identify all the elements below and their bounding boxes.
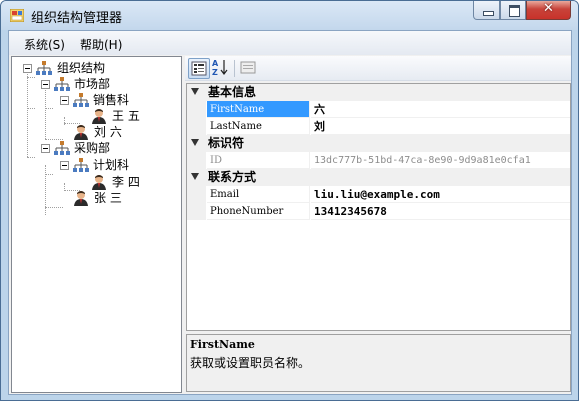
- help-description: 获取或设置职员名称。: [190, 356, 311, 370]
- app-window: 组织结构管理器 ✕ 系统(S) 帮助(H) 组织结构 市场部 销售科 王 五 刘…: [0, 0, 579, 401]
- collapse-triangle-icon[interactable]: [191, 173, 199, 180]
- window-title: 组织结构管理器: [31, 11, 123, 26]
- tree-node-person[interactable]: 张 三: [12, 190, 180, 206]
- person-icon: [74, 191, 88, 206]
- property-row[interactable]: PhoneNumber 13412345678: [187, 203, 570, 220]
- collapse-icon[interactable]: [23, 64, 32, 73]
- org-chart-icon: [73, 158, 89, 172]
- org-chart-icon: [54, 141, 70, 155]
- row-margin: [187, 186, 206, 203]
- org-chart-icon: [36, 61, 52, 75]
- org-tree[interactable]: 组织结构 市场部 销售科 王 五 刘 六 采购部 计划科 李 四 张 三: [11, 56, 182, 393]
- menu-help[interactable]: 帮助(H): [80, 36, 122, 53]
- tree-node-dept-market[interactable]: 市场部: [12, 76, 180, 92]
- minimize-button[interactable]: [473, 1, 500, 20]
- row-margin: [187, 101, 206, 118]
- tree-node-section-plan[interactable]: 计划科: [12, 157, 180, 173]
- categorized-icon: [191, 61, 207, 76]
- tree-node-person[interactable]: 李 四: [12, 174, 180, 190]
- tree-node-root[interactable]: 组织结构: [12, 60, 180, 76]
- tree-node-dept-purchase[interactable]: 采购部: [12, 140, 180, 156]
- toolbar-separator: [234, 60, 235, 77]
- row-margin: [187, 118, 206, 135]
- maximize-button[interactable]: [500, 1, 526, 20]
- property-row[interactable]: Email liu.liu@example.com: [187, 186, 570, 203]
- property-panel: A Z 基本信息 FirstName 六 LastName 刘 标识符 ID 1…: [185, 56, 571, 393]
- client-area: 系统(S) 帮助(H) 组织结构 市场部 销售科 王 五 刘 六 采购部 计划科…: [8, 30, 572, 395]
- collapse-triangle-icon[interactable]: [191, 88, 199, 95]
- org-chart-icon: [73, 93, 89, 107]
- tree-label: 组织结构: [57, 61, 106, 75]
- collapse-icon[interactable]: [41, 144, 50, 153]
- property-name[interactable]: LastName: [207, 118, 310, 135]
- alphabetical-button[interactable]: A Z: [210, 58, 232, 79]
- categorized-button[interactable]: [188, 58, 210, 79]
- property-pages-icon: [240, 61, 256, 74]
- help-pane: FirstName 获取或设置职员名称。: [186, 334, 571, 392]
- help-title: FirstName: [190, 338, 255, 351]
- row-margin: [187, 152, 206, 169]
- collapse-icon[interactable]: [60, 96, 69, 105]
- alphabetical-icon: A Z: [212, 59, 228, 77]
- property-value[interactable]: 13412345678: [311, 203, 570, 220]
- tree-label: 李 四: [112, 175, 140, 189]
- tree-node-person[interactable]: 王 五: [12, 108, 180, 124]
- property-value[interactable]: 刘: [311, 118, 570, 135]
- category-row[interactable]: 基本信息: [187, 84, 570, 101]
- property-value[interactable]: 六: [311, 101, 570, 118]
- title-bar[interactable]: 组织结构管理器 ✕: [1, 1, 578, 30]
- property-grid[interactable]: 基本信息 FirstName 六 LastName 刘 标识符 ID 13dc7…: [186, 83, 571, 331]
- org-chart-icon: [54, 77, 70, 91]
- tree-node-section-sales[interactable]: 销售科: [12, 92, 180, 108]
- property-name[interactable]: Email: [207, 186, 310, 203]
- tree-label: 张 三: [94, 191, 122, 205]
- property-row[interactable]: FirstName 六: [187, 101, 570, 118]
- property-pages-button[interactable]: [238, 58, 260, 79]
- tree-label: 市场部: [74, 77, 111, 91]
- person-icon: [74, 125, 88, 140]
- property-value[interactable]: liu.liu@example.com: [311, 186, 570, 203]
- category-label: 联系方式: [208, 170, 257, 184]
- property-row[interactable]: LastName 刘: [187, 118, 570, 135]
- tree-label: 王 五: [112, 109, 140, 123]
- property-name[interactable]: PhoneNumber: [207, 203, 310, 220]
- svg-text:A: A: [212, 59, 219, 68]
- property-name[interactable]: ID: [207, 152, 310, 169]
- tree-node-person[interactable]: 刘 六: [12, 124, 180, 140]
- tree-label: 刘 六: [94, 125, 122, 139]
- tree-label: 销售科: [93, 93, 130, 107]
- category-row[interactable]: 标识符: [187, 135, 570, 152]
- property-toolbar: A Z: [185, 56, 571, 81]
- svg-text:Z: Z: [212, 68, 218, 77]
- property-value[interactable]: 13dc777b-51bd-47ca-8e90-9d9a81e0cfa1: [311, 152, 570, 169]
- collapse-triangle-icon[interactable]: [191, 139, 199, 146]
- collapse-icon[interactable]: [60, 161, 69, 170]
- row-margin: [187, 203, 206, 220]
- person-icon: [92, 109, 106, 124]
- property-name[interactable]: FirstName: [207, 101, 310, 118]
- property-row[interactable]: ID 13dc777b-51bd-47ca-8e90-9d9a81e0cfa1: [187, 152, 570, 169]
- close-button[interactable]: ✕: [526, 1, 571, 20]
- app-icon: [10, 9, 24, 22]
- tree-label: 计划科: [93, 158, 130, 172]
- category-label: 基本信息: [208, 85, 257, 99]
- category-row[interactable]: 联系方式: [187, 169, 570, 186]
- tree-label: 采购部: [74, 141, 111, 155]
- person-icon: [92, 175, 106, 190]
- close-icon: ✕: [543, 1, 554, 16]
- menu-bar: 系统(S) 帮助(H): [9, 31, 571, 55]
- category-label: 标识符: [208, 136, 245, 150]
- tree-line: [45, 207, 63, 208]
- collapse-icon[interactable]: [41, 80, 50, 89]
- menu-system[interactable]: 系统(S): [24, 36, 65, 53]
